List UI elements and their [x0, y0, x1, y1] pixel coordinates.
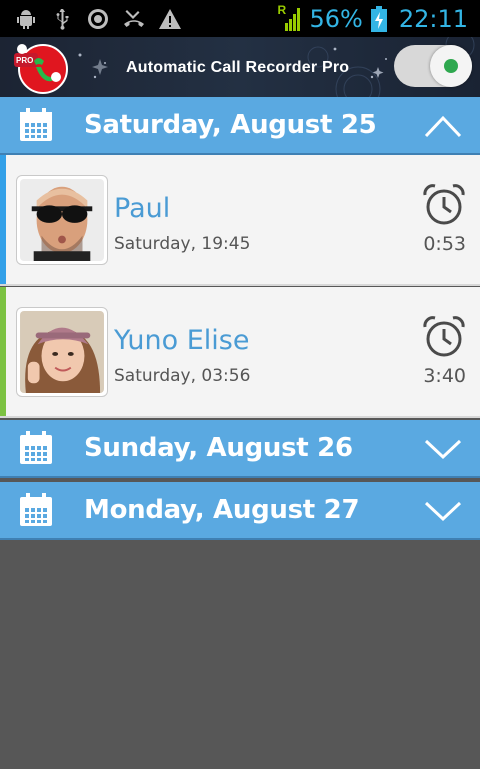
- chevron-down-icon[interactable]: [424, 435, 462, 463]
- contact-name: Paul: [114, 193, 171, 224]
- calendar-icon: [20, 493, 52, 526]
- battery-percent: 56%: [309, 4, 363, 33]
- target-icon: [88, 8, 108, 29]
- calendar-icon: [20, 431, 52, 464]
- call-row-yuno-elise[interactable]: Yuno Elise Saturday, 03:56 3:40: [0, 287, 480, 418]
- day-header-saturday[interactable]: Saturday, August 25: [0, 97, 480, 155]
- clock: 22:11: [398, 4, 468, 33]
- app-bar: PRO Automatic Call Recorder Pro: [0, 37, 480, 97]
- day-header-sunday[interactable]: Sunday, August 26: [0, 420, 480, 478]
- chevron-down-icon[interactable]: [424, 497, 462, 525]
- call-duration: 3:40: [423, 365, 466, 387]
- warning-icon: [159, 8, 181, 29]
- day-title: Monday, August 27: [84, 495, 360, 525]
- recording-toggle[interactable]: [394, 45, 472, 87]
- call-duration: 0:53: [423, 233, 466, 255]
- call-row-paul[interactable]: Paul Saturday, 19:45 0:53: [0, 155, 480, 286]
- roaming-indicator: R: [277, 2, 287, 17]
- avatar[interactable]: [16, 307, 108, 397]
- app-logo: [14, 44, 68, 94]
- contact-photo: [20, 311, 104, 393]
- toggle-on-indicator: [444, 59, 458, 73]
- android-debug-icon: [17, 9, 35, 29]
- chevron-up-icon[interactable]: [424, 112, 462, 140]
- app-title: Automatic Call Recorder Pro: [126, 59, 350, 76]
- contact-name: Yuno Elise: [114, 325, 250, 356]
- signal-icon: R: [277, 2, 301, 33]
- call-datetime: Saturday, 03:56: [114, 366, 251, 386]
- usb-icon: [56, 8, 69, 30]
- contact-color-stripe: [0, 287, 6, 416]
- call-datetime: Saturday, 19:45: [114, 234, 251, 254]
- alarm-clock-icon: [423, 184, 465, 225]
- status-bar: R 56% 22:11: [0, 0, 480, 37]
- missed-call-icon: [124, 9, 144, 27]
- battery-charging-icon: [370, 5, 387, 32]
- alarm-clock-icon: [423, 316, 465, 357]
- day-title: Saturday, August 25: [84, 110, 377, 140]
- toggle-knob[interactable]: [430, 45, 472, 87]
- calendar-icon: [20, 108, 52, 141]
- avatar[interactable]: [16, 175, 108, 265]
- day-title: Sunday, August 26: [84, 433, 353, 463]
- app-logo-badge: PRO: [16, 56, 34, 65]
- day-header-monday[interactable]: Monday, August 27: [0, 482, 480, 540]
- contact-photo: [20, 179, 104, 261]
- contact-color-stripe: [0, 155, 6, 284]
